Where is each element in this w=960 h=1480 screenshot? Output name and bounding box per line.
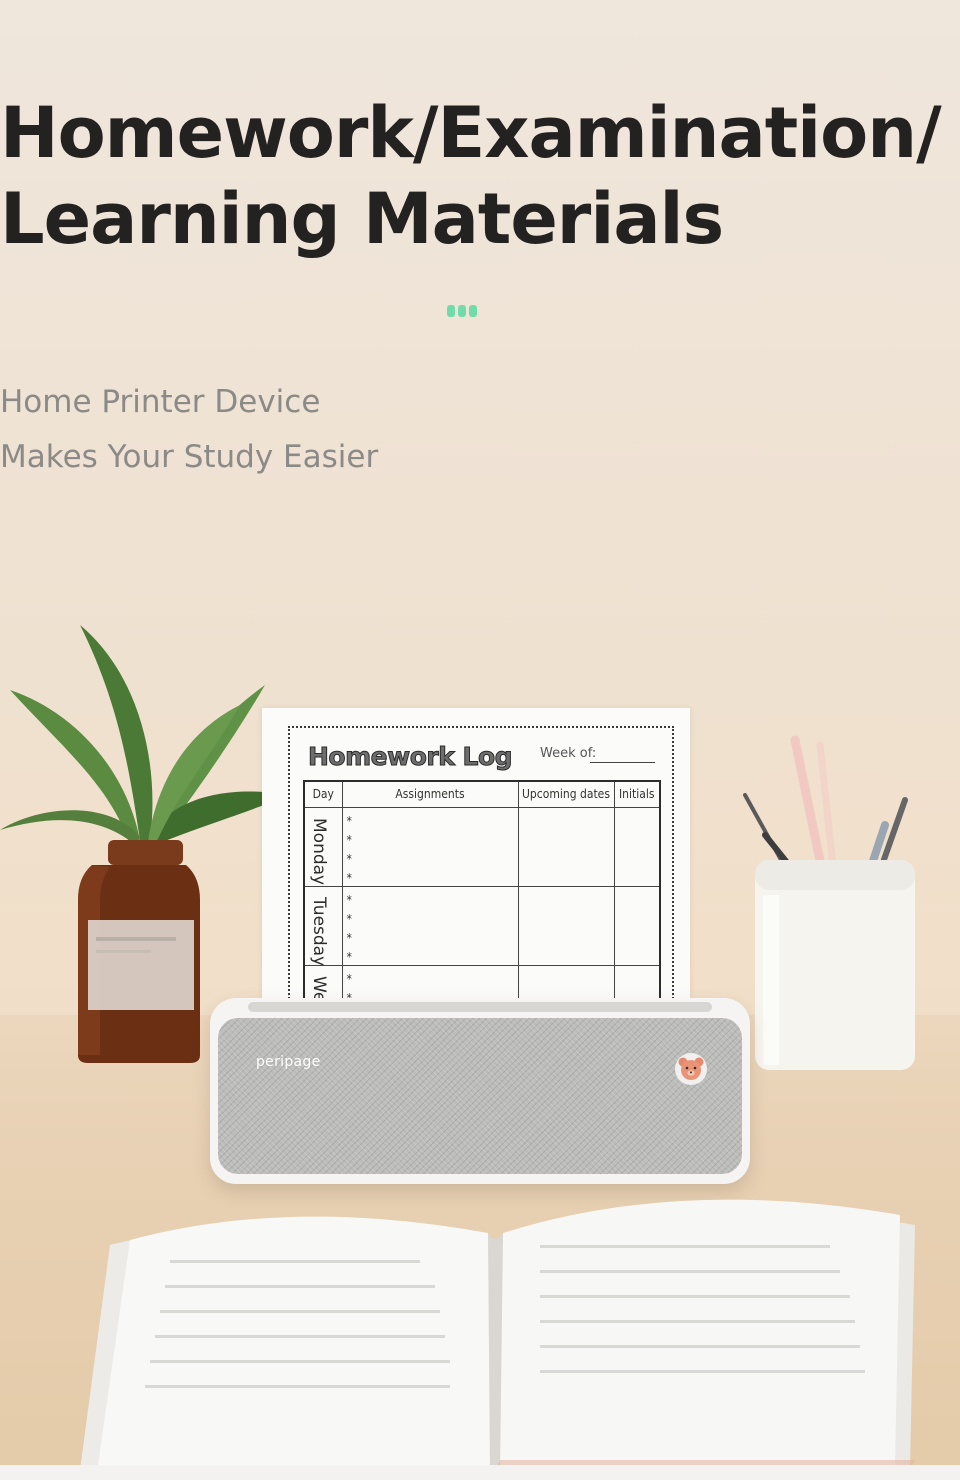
upcoming-cell xyxy=(517,806,615,887)
table-row: Monday * * * * xyxy=(303,806,661,887)
bullet-list: * * * * xyxy=(346,813,352,885)
column-header: Initials xyxy=(613,780,661,808)
pen-holder-image xyxy=(743,735,915,1070)
homework-log-title: Homework Log xyxy=(307,742,513,772)
column-header: Upcoming dates xyxy=(517,780,615,808)
page-title: Homework/Examination/ Learning Materials xyxy=(0,90,960,262)
printed-paper: Homework Log Week of: Day Assignments Up… xyxy=(262,708,690,1045)
bullet-list: * * * * xyxy=(346,892,352,964)
subtitle-line-1: Home Printer Device xyxy=(0,384,321,420)
title-line-1: Homework/Examination/ xyxy=(0,92,942,174)
printer-device: peripage xyxy=(210,998,750,1184)
table-row: Tuesday * * * * xyxy=(303,885,661,966)
assignments-cell: * * * * xyxy=(341,885,519,966)
week-of-line xyxy=(590,762,655,763)
brand-logo: peripage xyxy=(256,1054,321,1070)
day-cell: Monday xyxy=(303,806,343,887)
column-header: Assignments xyxy=(341,780,519,808)
column-header: Day xyxy=(303,780,343,808)
week-of-label: Week of: xyxy=(540,746,597,761)
table-header-row: Day Assignments Upcoming dates Initials xyxy=(303,780,661,808)
day-name: Tuesday xyxy=(309,896,329,966)
accent-dot xyxy=(447,305,455,317)
accent-dots xyxy=(447,305,477,317)
open-book-image xyxy=(80,1199,915,1470)
subtitle-line-2: Makes Your Study Easier xyxy=(0,439,379,475)
title-line-2: Learning Materials xyxy=(0,178,724,260)
day-cell: Tuesday xyxy=(303,885,343,966)
initials-cell xyxy=(613,806,661,887)
day-name: Monday xyxy=(309,817,329,885)
footer-strip xyxy=(0,1465,960,1480)
paper-slot xyxy=(248,1002,712,1012)
accent-dot xyxy=(458,305,466,317)
assignments-cell: * * * * xyxy=(341,806,519,887)
printer-fabric-panel: peripage xyxy=(218,1018,742,1174)
bear-icon[interactable] xyxy=(674,1052,708,1086)
upcoming-cell xyxy=(517,885,615,966)
subtitle: Home Printer Device Makes Your Study Eas… xyxy=(0,375,960,485)
accent-dot xyxy=(469,305,477,317)
initials-cell xyxy=(613,885,661,966)
